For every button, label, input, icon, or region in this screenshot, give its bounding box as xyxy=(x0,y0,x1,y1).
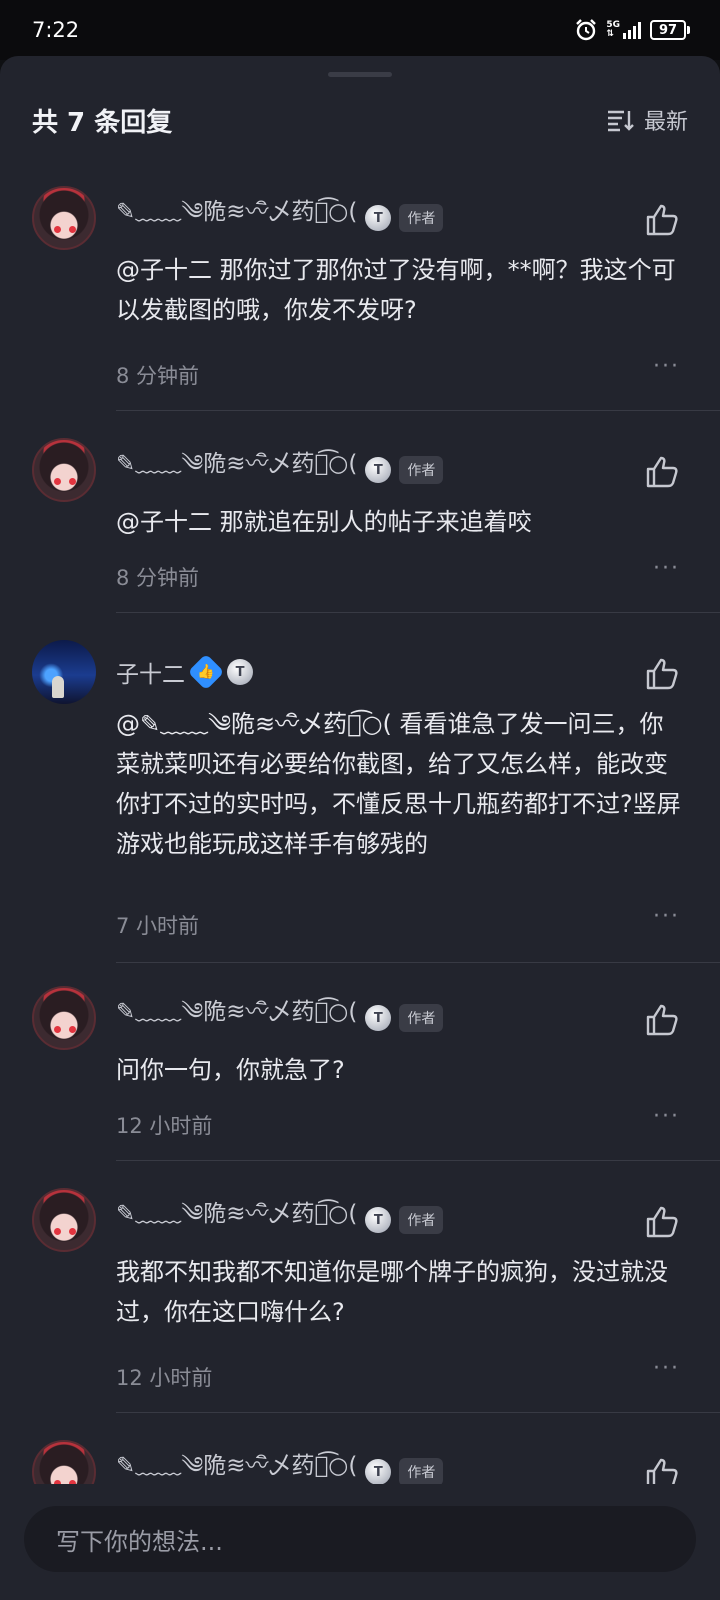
username[interactable]: 子十二 xyxy=(116,655,185,689)
signal-icon xyxy=(623,22,641,39)
battery-level: 97 xyxy=(650,20,686,40)
comment-input[interactable]: 写下你的想法... xyxy=(24,1506,696,1572)
input-bar: 写下你的想法... xyxy=(0,1484,720,1600)
more-icon[interactable]: ··· xyxy=(653,1356,680,1381)
status-icons: 5G ⇅ 97 xyxy=(574,18,690,42)
avatar[interactable] xyxy=(32,438,96,502)
avatar[interactable] xyxy=(32,186,96,250)
comment-text: 问你一句，你就急了? xyxy=(116,1056,345,1084)
network-indicator: 5G ⇅ xyxy=(606,20,642,40)
divider xyxy=(116,410,720,411)
more-icon[interactable]: ··· xyxy=(653,904,680,929)
sort-label: 最新 xyxy=(643,110,688,135)
like-icon[interactable] xyxy=(644,454,680,490)
drag-handle[interactable] xyxy=(328,72,392,77)
comment-time: 8 分钟前 xyxy=(116,364,200,388)
more-icon[interactable]: ··· xyxy=(653,1104,680,1129)
divider xyxy=(116,612,720,613)
like-icon[interactable] xyxy=(644,1002,680,1038)
more-icon[interactable]: ··· xyxy=(653,556,680,581)
divider xyxy=(116,1160,720,1161)
comment-time: 12 小时前 xyxy=(116,1366,213,1390)
reply-count-title: 共 7 条回复 xyxy=(32,107,173,138)
sheet-header: 共 7 条回复 最新 xyxy=(32,100,688,140)
divider xyxy=(116,1412,720,1413)
sort-button[interactable]: 最新 xyxy=(606,104,688,136)
status-time: 7:22 xyxy=(32,18,80,42)
comment-text: 我都不知我都不知道你是哪个牌子的疯狗，没过就没过，你在这口嗨什么? xyxy=(116,1258,668,1326)
comment-time: 8 分钟前 xyxy=(116,566,200,590)
name-row: ✎﹏﹏༄陒≋〰ิ乄药ั͡○( T 作者 xyxy=(116,998,444,1038)
name-row: ✎﹏﹏༄陒≋〰ิ乄药ั͡○( T 作者 xyxy=(116,450,444,490)
level-badge-icon: T xyxy=(365,205,392,231)
username[interactable]: ✎﹏﹏༄陒≋〰ิ乄药ั͡○( xyxy=(116,186,357,251)
like-icon[interactable] xyxy=(644,1204,680,1240)
comment-time: 12 小时前 xyxy=(116,1114,213,1138)
like-icon[interactable] xyxy=(644,202,680,238)
avatar[interactable] xyxy=(32,986,96,1050)
battery-icon: 97 xyxy=(650,20,690,40)
author-tag: 作者 xyxy=(399,204,444,232)
username[interactable]: ✎﹏﹏༄陒≋〰ิ乄药ั͡○( xyxy=(116,438,357,503)
alarm-icon xyxy=(576,19,597,41)
comment-time: 7 小时前 xyxy=(116,914,200,938)
status-bar: 7:22 5G ⇅ 97 xyxy=(0,0,720,60)
author-tag: 作者 xyxy=(399,1206,444,1234)
like-icon[interactable] xyxy=(644,656,680,692)
data-arrows-icon: ⇅ xyxy=(606,29,614,39)
username[interactable]: ✎﹏﹏༄陒≋〰ิ乄药ั͡○( xyxy=(116,1188,357,1253)
name-row: 子十二 👍 T xyxy=(116,652,253,692)
replies-sheet: 共 7 条回复 最新 ✎﹏﹏༄陒≋〰ิ乄药ั͡○( T 作者 @子十二 那你过了… xyxy=(0,56,720,1600)
divider xyxy=(116,962,720,963)
comment-text: @子十二 那就追在别人的帖子来追着咬 xyxy=(116,508,532,536)
avatar[interactable] xyxy=(32,640,96,704)
level-badge-icon: T xyxy=(365,457,392,483)
avatar[interactable] xyxy=(32,1188,96,1252)
comment-text: @✎﹏﹏༄陒≋〰ิ乄药ั͡○( 看看谁急了发一问三，你菜就菜呗还有必要给你截图，… xyxy=(116,710,681,858)
level-badge-icon: T xyxy=(227,659,253,685)
author-tag: 作者 xyxy=(399,456,444,484)
author-tag: 作者 xyxy=(399,1004,444,1032)
comment-text: @子十二 那你过了那你过了没有啊，**啊？我这个可以发截图的哦，你发不发呀? xyxy=(116,256,676,324)
level-badge-icon: T xyxy=(365,1459,392,1485)
author-tag: 作者 xyxy=(399,1458,444,1486)
sort-icon xyxy=(607,110,634,132)
username[interactable]: ✎﹏﹏༄陒≋〰ิ乄药ั͡○( xyxy=(116,986,357,1051)
name-row: ✎﹏﹏༄陒≋〰ิ乄药ั͡○( T 作者 xyxy=(116,198,444,238)
level-badge-icon: T xyxy=(365,1207,392,1233)
name-row: ✎﹏﹏༄陒≋〰ิ乄药ั͡○( T 作者 xyxy=(116,1200,444,1240)
more-icon[interactable]: ··· xyxy=(653,354,680,379)
level-badge-icon: T xyxy=(365,1005,392,1031)
verified-badge-icon: 👍 xyxy=(187,653,225,691)
